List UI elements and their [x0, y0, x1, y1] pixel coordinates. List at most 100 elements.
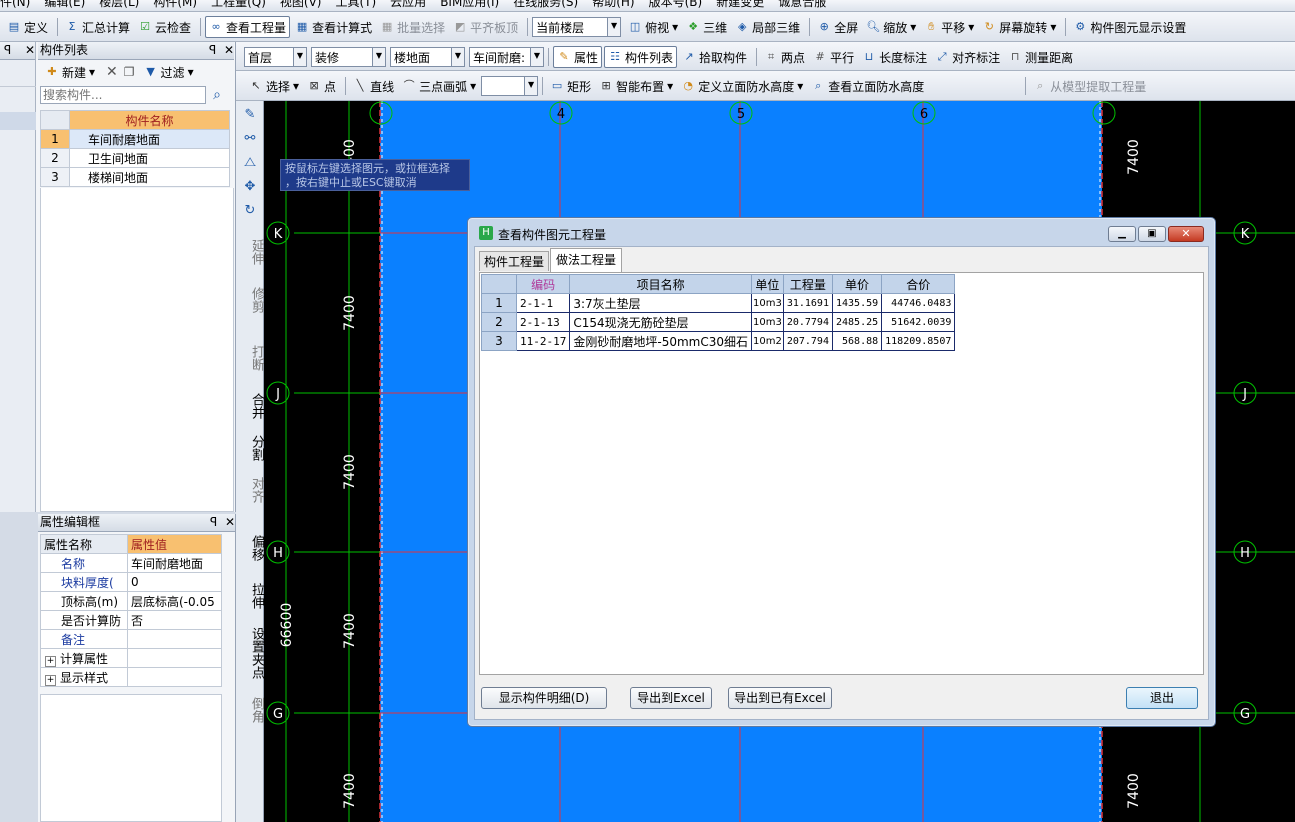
- menu-item[interactable]: 帮助(H): [592, 0, 634, 10]
- menu-item[interactable]: 构件(M): [153, 0, 197, 10]
- display-settings-button[interactable]: ⚙ 构件图元显示设置: [1070, 17, 1189, 37]
- component-list-button[interactable]: ☷ 构件列表: [604, 46, 678, 68]
- edit-tool-icon[interactable]: ✥: [236, 179, 264, 194]
- edit-tool-icon[interactable]: ↻: [236, 203, 264, 218]
- menu-item[interactable]: 件(N): [0, 0, 30, 10]
- smart-layout-button[interactable]: ⊞ 智能布置 ▾: [596, 76, 676, 96]
- pick-component-button[interactable]: ↗ 拾取构件: [679, 47, 750, 67]
- properties-button[interactable]: ✎ 属性: [553, 46, 603, 68]
- new-component-button[interactable]: ✚ 新建 ▾: [42, 62, 98, 82]
- view-quantity-button[interactable]: ∞ 查看工程量: [205, 16, 291, 38]
- tab-component-quantity[interactable]: 构件工程量: [479, 251, 549, 271]
- copy-icon[interactable]: ❐: [124, 65, 135, 79]
- property-row[interactable]: + 显示样式: [40, 667, 222, 687]
- pin-icon[interactable]: ꟼ: [210, 515, 217, 529]
- menu-item[interactable]: 楼层(L): [99, 0, 139, 10]
- table-row[interactable]: 3 11-2-17 金刚砂耐磨地坪-50mmC30细石 10m2 207.794 568.…: [481, 331, 956, 351]
- table-row[interactable]: 2 2-1-13 C154现浇无筋砼垫层 10m3 20.7794 2485.25 5164…: [481, 312, 956, 332]
- table-row[interactable]: 3 楼梯间地面: [40, 167, 230, 187]
- menu-item[interactable]: BIM应用(I): [440, 0, 499, 10]
- component-name-cell[interactable]: 卫生间地面: [69, 148, 230, 168]
- expand-icon[interactable]: +: [45, 674, 56, 686]
- select-button[interactable]: ↖ 选择 ▾: [246, 76, 302, 96]
- view-waterproof-button[interactable]: ⌕ 查看立面防水高度: [808, 76, 927, 96]
- zoom-button[interactable]: 🔍︎ 缩放 ▾: [863, 17, 919, 37]
- property-row[interactable]: + 计算属性: [40, 648, 222, 668]
- pan-button[interactable]: ✋︎ 平移 ▾: [921, 17, 977, 37]
- search-icon[interactable]: ⌕: [206, 87, 228, 103]
- extract-quantity-button[interactable]: ⌕ 从模型提取工程量: [1030, 76, 1149, 96]
- vertical-tool-button[interactable]: 偏移: [236, 535, 264, 561]
- length-dim-button[interactable]: ⊔ 长度标注: [859, 47, 930, 67]
- table-row[interactable]: 1 车间耐磨地面: [40, 129, 230, 149]
- measure-button[interactable]: ⊓ 测量距离: [1005, 47, 1076, 67]
- menu-item[interactable]: 云应用: [390, 0, 426, 10]
- property-value[interactable]: 否: [127, 610, 222, 630]
- pin-icon[interactable]: ꟼ: [4, 42, 11, 59]
- align-dim-button[interactable]: ⤢ 对齐标注: [932, 47, 1003, 67]
- component-select[interactable]: 车间耐磨: ▼: [469, 47, 544, 67]
- property-row[interactable]: 块料厚度(0: [40, 572, 222, 592]
- vertical-tool-button[interactable]: 设置夹点: [236, 627, 264, 679]
- screen-rotate-button[interactable]: ↻ 屏幕旋转 ▾: [979, 17, 1059, 37]
- type-select[interactable]: 楼地面 ▼: [390, 47, 465, 67]
- local-3d-button[interactable]: ◈ 局部三维: [732, 17, 803, 37]
- menu-item[interactable]: 在线服务(S): [513, 0, 578, 10]
- menu-item[interactable]: 视图(V): [280, 0, 322, 10]
- export-excel-button[interactable]: 导出到Excel: [630, 687, 712, 709]
- parallel-button[interactable]: # 平行: [810, 47, 857, 67]
- filter-button[interactable]: ▼ 过滤 ▾: [141, 62, 197, 82]
- define-button[interactable]: ▤ 定义: [4, 17, 51, 37]
- view-formula-button[interactable]: ▦ 查看计算式: [292, 17, 375, 37]
- property-value[interactable]: 车间耐磨地面: [127, 553, 222, 573]
- property-value[interactable]: [127, 629, 222, 649]
- edit-tool-icon[interactable]: ⧍: [236, 155, 264, 170]
- component-name-cell[interactable]: 车间耐磨地面: [69, 129, 230, 149]
- fullscreen-button[interactable]: ⊕ 全屏: [814, 17, 861, 37]
- search-input[interactable]: [40, 86, 206, 104]
- exit-button[interactable]: 退出: [1126, 687, 1198, 709]
- close-icon[interactable]: ✕: [25, 42, 35, 59]
- menu-item[interactable]: 版本号(B): [649, 0, 703, 10]
- show-detail-button[interactable]: 显示构件明细(D): [481, 687, 607, 709]
- property-value[interactable]: [127, 667, 222, 687]
- property-row[interactable]: 顶标高(m) 层底标高(-0.05: [40, 591, 222, 611]
- vertical-tool-button[interactable]: 拉伸: [236, 583, 264, 609]
- delete-icon[interactable]: ✕: [106, 64, 118, 80]
- close-icon[interactable]: ✕: [224, 43, 234, 57]
- property-row[interactable]: 名称 车间耐磨地面: [40, 553, 222, 573]
- batch-select-button[interactable]: ▦ 批量选择: [377, 17, 448, 37]
- define-waterproof-button[interactable]: ◔ 定义立面防水高度 ▾: [678, 76, 806, 96]
- property-value[interactable]: 层底标高(-0.05: [127, 591, 222, 611]
- expand-icon[interactable]: +: [45, 655, 56, 667]
- three-d-button[interactable]: ❖ 三维: [683, 17, 730, 37]
- sum-calc-button[interactable]: Σ 汇总计算: [62, 17, 133, 37]
- vertical-tool-button[interactable]: 合并: [236, 393, 264, 419]
- current-floor-select[interactable]: 当前楼层 ▼: [532, 17, 622, 37]
- property-value[interactable]: 0: [127, 572, 222, 592]
- menu-item[interactable]: 新建变更: [716, 0, 764, 10]
- edit-tool-icon[interactable]: ✎: [236, 107, 264, 122]
- pin-icon[interactable]: ꟼ: [209, 43, 216, 57]
- arc-option-select[interactable]: ▼: [481, 76, 539, 96]
- menu-item[interactable]: 诚意合服: [778, 0, 826, 10]
- close-icon[interactable]: ✕: [225, 515, 235, 529]
- point-button[interactable]: ⊠ 点: [304, 76, 339, 96]
- menu-item[interactable]: 工程量(Q): [211, 0, 266, 10]
- close-button[interactable]: ✕: [1168, 226, 1204, 242]
- vertical-tool-button[interactable]: 倒角: [236, 697, 264, 723]
- property-row[interactable]: 是否计算防否: [40, 610, 222, 630]
- component-name-cell[interactable]: 楼梯间地面: [69, 167, 230, 187]
- two-point-button[interactable]: ⌗ 两点: [761, 47, 808, 67]
- table-row[interactable]: 2 卫生间地面: [40, 148, 230, 168]
- property-row[interactable]: 备注: [40, 629, 222, 649]
- property-value[interactable]: [127, 648, 222, 668]
- edit-tool-icon[interactable]: ⚯: [236, 131, 264, 146]
- flat-board-button[interactable]: ◩ 平齐板顶: [450, 17, 521, 37]
- menu-item[interactable]: 工具(T): [335, 0, 376, 10]
- dialog-titlebar[interactable]: H 查看构件图元工程量 ▁ ▣ ✕: [468, 218, 1213, 246]
- tab-method-quantity[interactable]: 做法工程量: [550, 248, 622, 272]
- category-select[interactable]: 装修 ▼: [311, 47, 386, 67]
- export-existing-excel-button[interactable]: 导出到已有Excel: [728, 687, 832, 709]
- table-row[interactable]: 1 2-1-1 3:7灰土垫层 10m3 31.1691 1435.59 44746.048…: [481, 293, 956, 313]
